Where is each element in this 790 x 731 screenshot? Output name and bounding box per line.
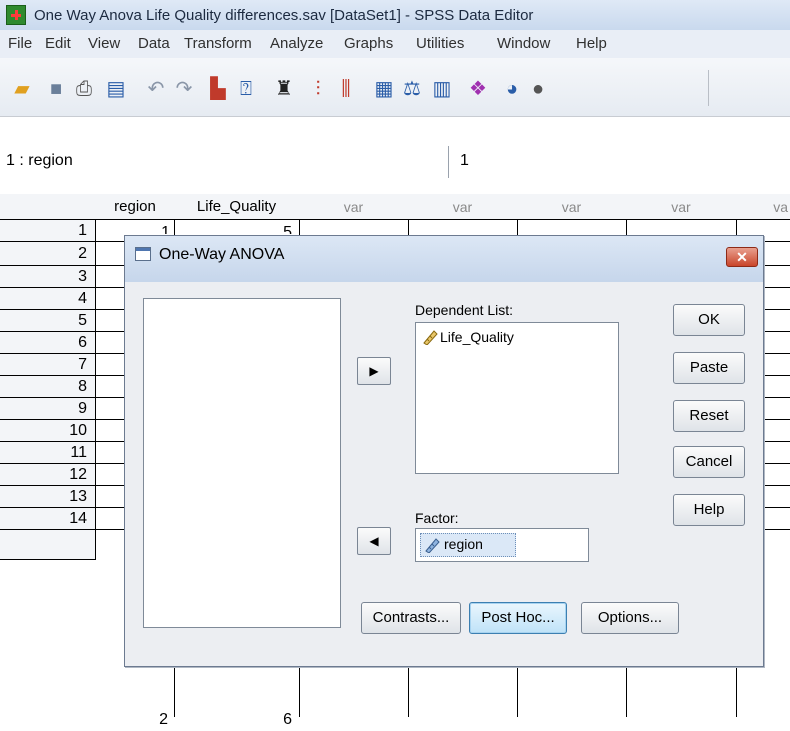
scale-variable-icon xyxy=(423,330,438,345)
source-variable-list[interactable] xyxy=(143,298,341,628)
row-header[interactable]: 4 xyxy=(0,288,96,310)
menu-help[interactable]: Help xyxy=(576,35,607,52)
split-file-icon[interactable]: ▦ xyxy=(372,78,396,100)
dependent-list-label: Dependent List: xyxy=(415,302,514,318)
factor-label: Factor: xyxy=(415,510,459,526)
row-header[interactable]: 11 xyxy=(0,442,96,464)
menu-graphs[interactable]: Graphs xyxy=(344,35,393,52)
post-hoc-button[interactable]: Post Hoc... xyxy=(469,602,567,634)
undo-icon[interactable]: ↶ xyxy=(144,78,168,100)
menu-view[interactable]: View xyxy=(88,35,120,52)
contrasts-button[interactable]: Contrasts... xyxy=(361,602,461,634)
variables-icon[interactable]: ⍰ xyxy=(234,78,258,100)
options-button[interactable]: Options... xyxy=(581,602,679,634)
help-button[interactable]: Help xyxy=(673,494,745,526)
insert-variable-icon[interactable]: ⫼ xyxy=(334,78,358,100)
column-header-region[interactable]: region xyxy=(96,194,175,220)
show-all-variables-icon[interactable]: ● xyxy=(526,78,550,100)
menu-file[interactable]: File xyxy=(8,35,32,52)
use-variable-sets-icon[interactable]: ◕ xyxy=(500,78,524,100)
row-header[interactable]: 2 xyxy=(0,242,96,266)
paste-button[interactable]: Paste xyxy=(673,352,745,384)
nominal-variable-icon xyxy=(425,538,440,553)
menu-bar: File Edit View Data Transform Analyze Gr… xyxy=(0,30,790,58)
select-cases-icon[interactable]: ▥ xyxy=(430,78,454,100)
ok-button[interactable]: OK xyxy=(673,304,745,336)
row-header[interactable]: 13 xyxy=(0,486,96,508)
dialog-title-bar[interactable]: One-Way ANOVA ✕ xyxy=(125,236,763,282)
row-header[interactable]: 7 xyxy=(0,354,96,376)
corner-header xyxy=(0,194,97,220)
row-header[interactable]: 14 xyxy=(0,508,96,530)
menu-data[interactable]: Data xyxy=(138,35,170,52)
one-way-anova-dialog: One-Way ANOVA ✕ Dependent List: Life_Qua… xyxy=(124,235,764,667)
spss-app-icon xyxy=(6,5,26,25)
dependent-item-life-quality[interactable]: Life_Quality xyxy=(440,329,514,345)
row-header[interactable]: 3 xyxy=(0,266,96,288)
column-header-life-quality[interactable]: Life_Quality xyxy=(174,194,300,220)
menu-analyze[interactable]: Analyze xyxy=(270,35,323,52)
row-header[interactable]: 10 xyxy=(0,420,96,442)
dialog-title: One-Way ANOVA xyxy=(159,246,285,263)
cell-name: 1 : region xyxy=(6,152,73,169)
print-icon[interactable]: ⎙ xyxy=(72,78,96,100)
column-header-var[interactable]: var xyxy=(626,194,737,220)
cell-life-quality-row14[interactable]: 6 xyxy=(180,709,292,731)
toolbar: ▰ ■ ⎙ ▤ ↶ ↷ ▙ ⍰ ♜ ⫶ ⫼ ▦ ⚖ ▥ ❖ ◕ ● xyxy=(0,58,790,117)
window-title: One Way Anova Life Quality differences.s… xyxy=(34,7,534,24)
cell-reference-bar: 1 : region 1 xyxy=(0,146,790,179)
row-header[interactable]: 1 xyxy=(0,220,96,242)
move-from-factor-button[interactable]: ◀ xyxy=(357,527,391,555)
column-header-var[interactable]: va xyxy=(736,194,790,220)
title-bar: One Way Anova Life Quality differences.s… xyxy=(0,0,790,30)
cell-value-field[interactable]: 1 xyxy=(460,152,469,170)
row-header[interactable]: 9 xyxy=(0,398,96,420)
column-header-var[interactable]: var xyxy=(408,194,518,220)
value-labels-icon[interactable]: ❖ xyxy=(466,78,490,100)
open-folder-icon[interactable]: ▰ xyxy=(10,78,34,100)
column-header-var[interactable]: var xyxy=(299,194,409,220)
redo-icon[interactable]: ↷ xyxy=(172,78,196,100)
menu-transform[interactable]: Transform xyxy=(184,35,252,52)
reset-button[interactable]: Reset xyxy=(673,400,745,432)
save-icon[interactable]: ■ xyxy=(44,78,68,100)
goto-case-icon[interactable]: ▙ xyxy=(206,78,230,100)
column-header-var[interactable]: var xyxy=(517,194,627,220)
cell-ref-divider xyxy=(448,146,449,178)
row-header[interactable]: 12 xyxy=(0,464,96,486)
menu-utilities[interactable]: Utilities xyxy=(416,35,464,52)
dialog-recall-icon[interactable]: ▤ xyxy=(104,78,128,100)
cell-life-quality-row1[interactable]: 5 xyxy=(240,222,292,234)
row-header[interactable]: 8 xyxy=(0,376,96,398)
cell-region-row1[interactable]: 1 xyxy=(140,222,170,234)
dependent-list[interactable]: Life_Quality xyxy=(415,322,619,474)
find-icon[interactable]: ♜ xyxy=(272,78,296,100)
dialog-window-icon xyxy=(135,247,151,261)
cancel-button[interactable]: Cancel xyxy=(673,446,745,478)
cell-region-row14[interactable]: 2 xyxy=(100,709,168,731)
factor-field[interactable]: region xyxy=(415,528,589,562)
close-button[interactable]: ✕ xyxy=(726,247,758,267)
row-header[interactable]: 6 xyxy=(0,332,96,354)
toolbar-separator xyxy=(708,70,709,106)
move-to-dependent-button[interactable]: ▶ xyxy=(357,357,391,385)
menu-edit[interactable]: Edit xyxy=(45,35,71,52)
row-header-partial[interactable] xyxy=(0,530,96,560)
weight-cases-icon[interactable]: ⚖ xyxy=(400,78,424,100)
factor-item-region[interactable]: region xyxy=(444,536,483,552)
menu-window[interactable]: Window xyxy=(497,35,550,52)
row-header[interactable]: 5 xyxy=(0,310,96,332)
insert-cases-icon[interactable]: ⫶ xyxy=(306,78,330,100)
